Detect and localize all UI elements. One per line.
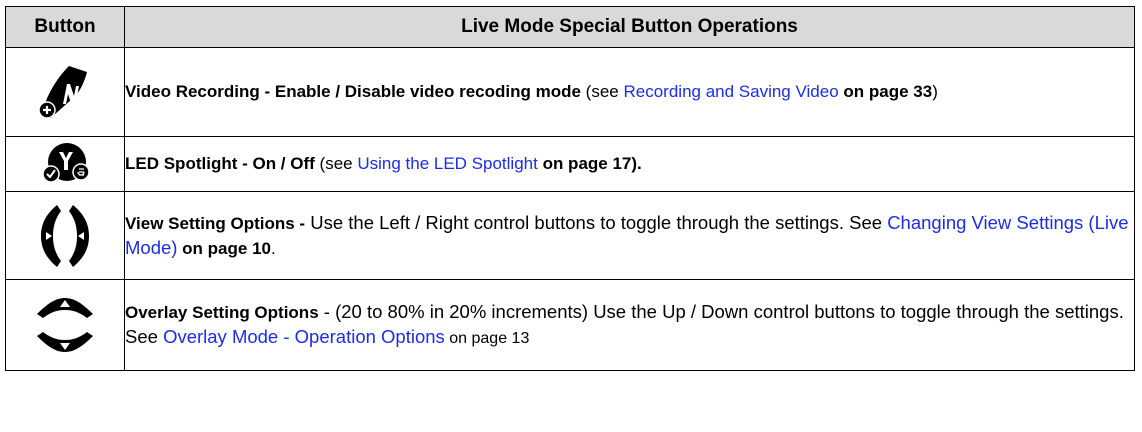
table-row: View Setting Options - Use the Left / Ri… (5, 191, 1135, 280)
header-live-mode-operations: Live Mode Special Button Operations (124, 6, 1135, 48)
row-title: Overlay Setting Options (125, 302, 319, 322)
header-button: Button (5, 6, 125, 48)
row-description: LED Spotlight - On / Off (see Using the … (124, 136, 1135, 192)
link-recording-and-saving-video[interactable]: Recording and Saving Video (623, 82, 838, 101)
table-row: Overlay Setting Options - (20 to 80% in … (5, 279, 1135, 371)
row-title: Video Recording - Enable / Disable video… (125, 82, 581, 101)
link-overlay-mode-operation-options[interactable]: Overlay Mode - Operation Options (163, 326, 445, 347)
n-button-plus-icon (33, 66, 97, 119)
link-using-the-led-spotlight[interactable]: Using the LED Spotlight (357, 154, 538, 173)
row-description: View Setting Options - Use the Left / Ri… (124, 191, 1135, 280)
up-down-arrows-icon (33, 298, 97, 352)
icon-cell (5, 136, 125, 192)
table-row: LED Spotlight - On / Off (see Using the … (5, 136, 1135, 192)
row-description: Overlay Setting Options - (20 to 80% in … (124, 279, 1135, 371)
page-reference: on page 33 (838, 82, 933, 101)
page-reference: on page 10 (177, 238, 271, 258)
row-title: LED Spotlight - On / Off (125, 154, 315, 173)
page-reference: on page 13 (444, 329, 530, 347)
table-header-row: Button Live Mode Special Button Operatio… (5, 6, 1135, 48)
page-reference: on page 17 (537, 154, 632, 173)
button-operations-table: Button Live Mode Special Button Operatio… (5, 6, 1135, 371)
y-button-check-icon (35, 143, 95, 183)
table-row: Video Recording - Enable / Disable video… (5, 47, 1135, 137)
icon-cell (5, 47, 125, 137)
icon-cell (5, 191, 125, 280)
row-description: Video Recording - Enable / Disable video… (124, 47, 1135, 137)
icon-cell (5, 279, 125, 371)
row-title: View Setting Options - (125, 213, 306, 233)
left-right-arrows-icon (35, 204, 95, 267)
